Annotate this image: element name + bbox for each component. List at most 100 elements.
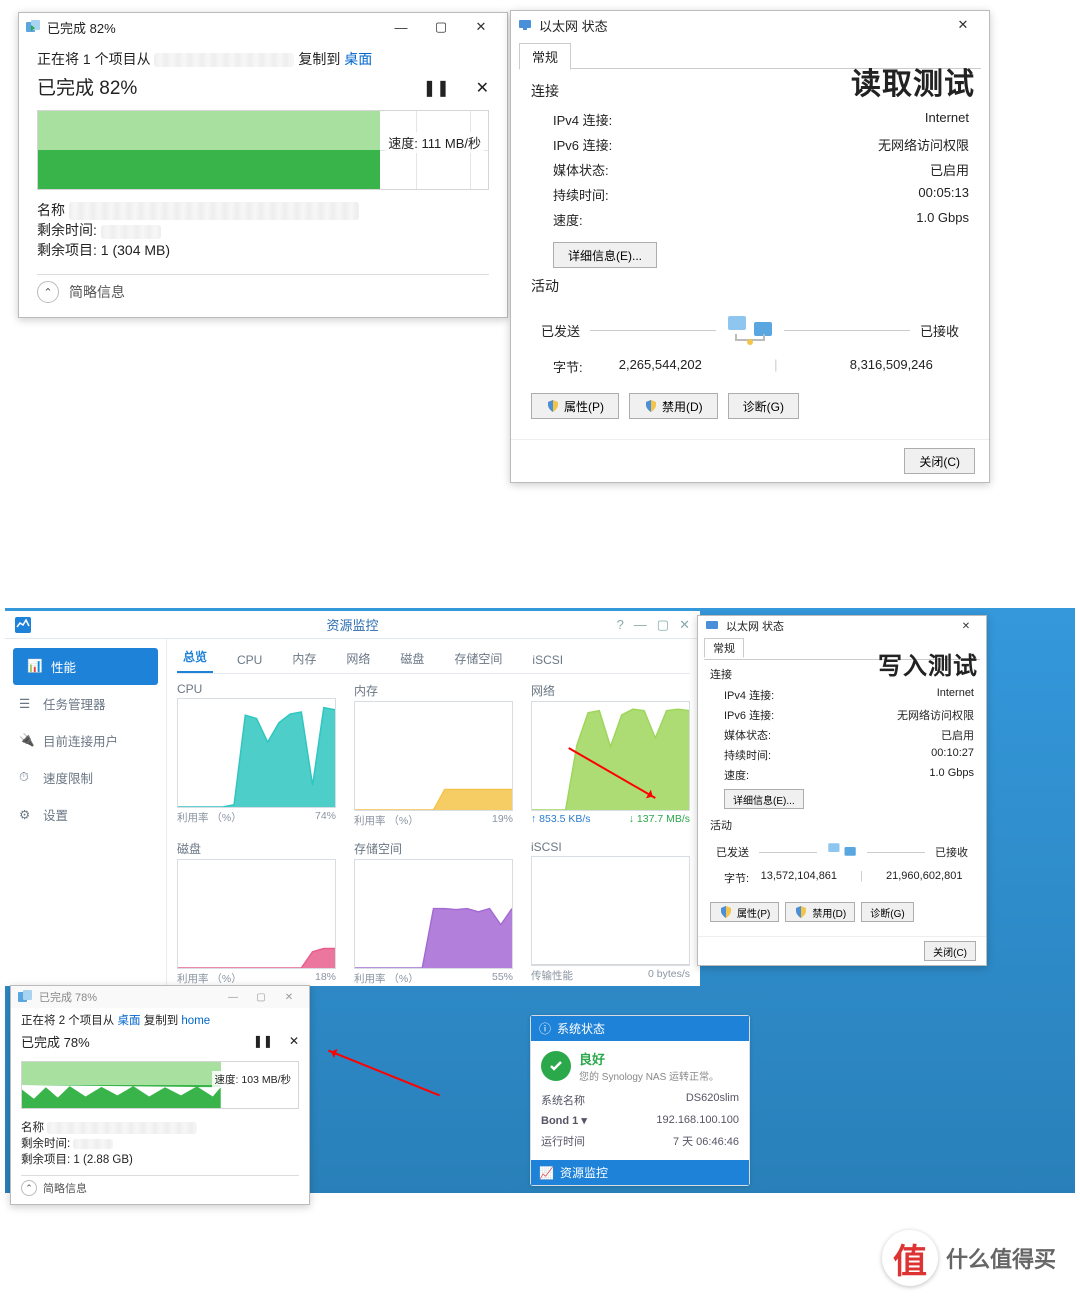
close-button2[interactable]: 关闭(C) bbox=[904, 448, 975, 474]
recv-bytes: 21,960,602,801 bbox=[886, 870, 962, 886]
diagnose-button[interactable]: 诊断(G) bbox=[728, 393, 799, 419]
tab-disk[interactable]: 磁盘 bbox=[394, 650, 430, 673]
tab-network[interactable]: 网络 bbox=[340, 650, 376, 673]
computers-icon bbox=[827, 840, 857, 864]
ipv4-value: Internet bbox=[937, 687, 974, 703]
copy-sub: 正在将 1 个项目从 复制到 桌面 bbox=[37, 49, 489, 69]
system-name: DS620slim bbox=[686, 1092, 739, 1108]
rm-title: 资源监控 bbox=[326, 615, 378, 634]
cancel-button[interactable]: ✕ bbox=[289, 1034, 299, 1048]
window-title: 已完成 78% bbox=[39, 989, 97, 1005]
pane-volume[interactable]: 存储空间 利用率 （%）55% bbox=[354, 840, 513, 986]
tab-volume[interactable]: 存储空间 bbox=[448, 650, 508, 673]
close-button[interactable]: ✕ bbox=[461, 13, 501, 41]
vol-pct: 55% bbox=[492, 971, 513, 986]
rm-titlebar[interactable]: 资源监控 ? — ▢ ✕ bbox=[5, 611, 700, 639]
properties-button[interactable]: 属性(P) bbox=[531, 393, 619, 419]
tab-iscsi[interactable]: iSCSI bbox=[526, 653, 569, 673]
gauge-icon: ⏱ bbox=[19, 770, 35, 786]
pause-button[interactable]: ❚❚ bbox=[253, 1034, 273, 1048]
minimize-button[interactable]: — bbox=[219, 986, 247, 1008]
sidebar-item-performance[interactable]: 📊性能 bbox=[13, 648, 158, 685]
ipv6-value: 无网络访问权限 bbox=[878, 135, 969, 154]
titlebar[interactable]: 以太网 状态 ✕ bbox=[511, 11, 989, 39]
widget-header[interactable]: ⓘ系统状态 bbox=[531, 1016, 749, 1041]
tab-cpu[interactable]: CPU bbox=[231, 653, 268, 673]
download-rate: ↓ 137.7 MB/s bbox=[629, 813, 690, 825]
remaining-time-row: 剩余时间: bbox=[37, 220, 489, 240]
tab-overview[interactable]: 总览 bbox=[177, 648, 213, 673]
copy-sub: 正在将 2 个项目从 桌面 复制到 home bbox=[21, 1012, 299, 1028]
duration-value: 00:10:27 bbox=[931, 747, 974, 763]
remaining-time-row: 剩余时间: bbox=[21, 1135, 299, 1151]
pane-disk[interactable]: 磁盘 利用率 （%）18% bbox=[177, 840, 336, 986]
pane-cpu[interactable]: CPU 利用率 （%）74% bbox=[177, 682, 336, 828]
maximize-button[interactable]: ▢ bbox=[657, 617, 669, 633]
cancel-button[interactable]: ✕ bbox=[476, 78, 489, 98]
close-button[interactable]: ✕ bbox=[952, 616, 980, 636]
cpu-pct: 74% bbox=[315, 810, 336, 825]
speed-value: 1.0 Gbps bbox=[916, 210, 969, 229]
brief-toggle[interactable]: ⌃简略信息 bbox=[21, 1175, 299, 1196]
group-activity: 活动 bbox=[531, 276, 969, 296]
chart-icon: 📈 bbox=[539, 1166, 554, 1180]
close-button[interactable]: ✕ bbox=[275, 986, 303, 1008]
diagnose-button[interactable]: 诊断(G) bbox=[861, 902, 913, 922]
details-button[interactable]: 详细信息(E)... bbox=[724, 789, 804, 809]
pane-memory[interactable]: 内存 利用率 （%）19% bbox=[354, 682, 513, 828]
name-row: 名称 bbox=[37, 200, 489, 220]
status-good-icon bbox=[541, 1051, 571, 1081]
sidebar-item-settings[interactable]: ⚙设置 bbox=[5, 796, 166, 833]
tab-general[interactable]: 常规 bbox=[704, 638, 744, 658]
disk-pct: 18% bbox=[315, 971, 336, 986]
plug-icon: 🔌 bbox=[19, 733, 35, 749]
disable-button[interactable]: 禁用(D) bbox=[629, 393, 718, 419]
titlebar[interactable]: 已完成 82% — ▢ ✕ bbox=[19, 13, 507, 41]
watermark-icon: 值 bbox=[882, 1230, 938, 1286]
maximize-button[interactable]: ▢ bbox=[247, 986, 275, 1008]
sidebar-item-speedlimit[interactable]: ⏱速度限制 bbox=[5, 759, 166, 796]
tab-general[interactable]: 常规 bbox=[519, 43, 571, 70]
ethernet-status-write: 以太网 状态 ✕ 常规 写入测试 连接 IPv4 连接:Internet IPv… bbox=[697, 615, 987, 966]
remaining-items-row: 剩余项目: 1 (2.88 GB) bbox=[21, 1151, 299, 1167]
close-button[interactable]: ✕ bbox=[679, 617, 690, 633]
src-link[interactable]: 桌面 bbox=[118, 1015, 141, 1027]
details-button[interactable]: 详细信息(E)... bbox=[553, 242, 657, 268]
sidebar-item-taskmgr[interactable]: ☰任务管理器 bbox=[5, 685, 166, 722]
uptime: 7 天 06:46:46 bbox=[673, 1133, 739, 1149]
tab-memory[interactable]: 内存 bbox=[286, 650, 322, 673]
window-title: 以太网 状态 bbox=[539, 16, 608, 35]
minimize-button[interactable]: — bbox=[634, 617, 647, 633]
disable-button[interactable]: 禁用(D) bbox=[785, 902, 855, 922]
titlebar[interactable]: 已完成 78% —▢✕ bbox=[11, 986, 309, 1008]
progress-heading: 已完成 78% bbox=[21, 1032, 90, 1051]
sidebar-item-users[interactable]: 🔌目前连接用户 bbox=[5, 722, 166, 759]
name-row: 名称 bbox=[21, 1119, 299, 1135]
properties-button[interactable]: 属性(P) bbox=[710, 902, 779, 922]
minimize-button[interactable]: — bbox=[381, 13, 421, 41]
media-value: 已启用 bbox=[941, 727, 974, 743]
speed-value: 1.0 Gbps bbox=[929, 767, 974, 783]
brief-toggle[interactable]: ⌃ 简略信息 bbox=[37, 274, 489, 303]
dest-link[interactable]: home bbox=[181, 1015, 210, 1027]
pane-network[interactable]: 网络 ↑ 853.5 KB/s↓ 137.7 MB/s bbox=[531, 682, 690, 828]
help-button[interactable]: ? bbox=[617, 617, 624, 633]
close-button[interactable]: ✕ bbox=[943, 11, 983, 39]
chart-icon: 📊 bbox=[27, 659, 43, 675]
recv-bytes: 8,316,509,246 bbox=[850, 357, 933, 376]
remaining-items-row: 剩余项目: 1 (304 MB) bbox=[37, 240, 489, 260]
dest-link[interactable]: 桌面 bbox=[344, 51, 372, 67]
titlebar[interactable]: 以太网 状态 ✕ bbox=[698, 616, 986, 636]
bond-dropdown[interactable]: Bond 1 ▾ bbox=[541, 1115, 587, 1127]
pane-iscsi[interactable]: iSCSI 传输性能0 bytes/s bbox=[531, 840, 690, 986]
close-button2[interactable]: 关闭(C) bbox=[924, 941, 976, 961]
duration-value: 00:05:13 bbox=[918, 185, 969, 204]
widget-header-rm[interactable]: 📈资源监控 bbox=[531, 1160, 749, 1185]
media-value: 已启用 bbox=[930, 160, 969, 179]
mem-pct: 19% bbox=[492, 813, 513, 828]
pause-button[interactable]: ❚❚ bbox=[423, 78, 450, 98]
maximize-button[interactable]: ▢ bbox=[421, 13, 461, 41]
throughput-chart: 速度: 111 MB/秒 bbox=[37, 110, 489, 190]
status-good: 良好 bbox=[579, 1049, 719, 1068]
bond-ip: 192.168.100.100 bbox=[656, 1114, 739, 1127]
